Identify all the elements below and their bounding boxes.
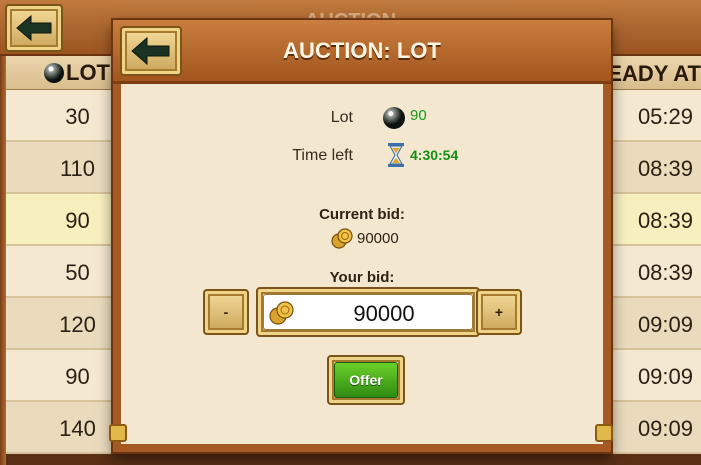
time-left-label: Time left (292, 147, 353, 164)
current-bid-label: Current bid: (319, 206, 405, 223)
dialog-header: AUCTION: LOT (113, 20, 611, 84)
row-ready: 08:39 (637, 156, 693, 181)
lot-value: 90 (410, 107, 427, 124)
left-frame (0, 56, 6, 465)
plus-label: + (494, 304, 504, 320)
black-orb-icon (383, 107, 405, 129)
offer-button[interactable]: Offer (334, 362, 398, 398)
gold-coins-icon (331, 228, 353, 249)
back-arrow-icon (131, 36, 170, 66)
frame-corner (109, 424, 127, 442)
column-lot-label: LOT (66, 60, 110, 85)
decrease-bid-button[interactable]: - (203, 289, 249, 335)
row-ready: 09:09 (637, 416, 693, 441)
gold-coins-icon (269, 301, 294, 325)
row-ready: 09:09 (637, 364, 693, 389)
back-button[interactable] (5, 4, 63, 52)
frame-corner (595, 424, 613, 442)
column-lot[interactable]: LOT (44, 60, 110, 86)
your-bid-label: Your bid: (329, 269, 395, 286)
offer-button-frame: Offer (327, 355, 405, 405)
auction-lot-dialog: AUCTION: LOT Lot 90 Time left 4:30:54 Cu… (109, 20, 613, 452)
row-ready: 05:29 (637, 104, 693, 129)
row-ready: 08:39 (637, 260, 693, 285)
black-orb-icon (44, 63, 64, 83)
time-left-value: 4:30:54 (410, 147, 459, 163)
current-bid-value: 90000 (357, 230, 399, 247)
minus-label: - (223, 304, 229, 320)
row-ready: 09:09 (637, 312, 693, 337)
row-ready: 08:39 (637, 208, 693, 233)
increase-bid-button[interactable]: + (476, 289, 522, 335)
bid-input-box (263, 294, 474, 333)
bid-input-frame (256, 287, 480, 337)
dialog-back-button[interactable] (120, 26, 182, 76)
hourglass-icon (388, 143, 404, 167)
bid-amount-input[interactable] (294, 295, 474, 333)
dialog-title: AUCTION: LOT (283, 38, 441, 63)
lot-label: Lot (330, 109, 353, 126)
back-arrow-icon (16, 14, 52, 42)
